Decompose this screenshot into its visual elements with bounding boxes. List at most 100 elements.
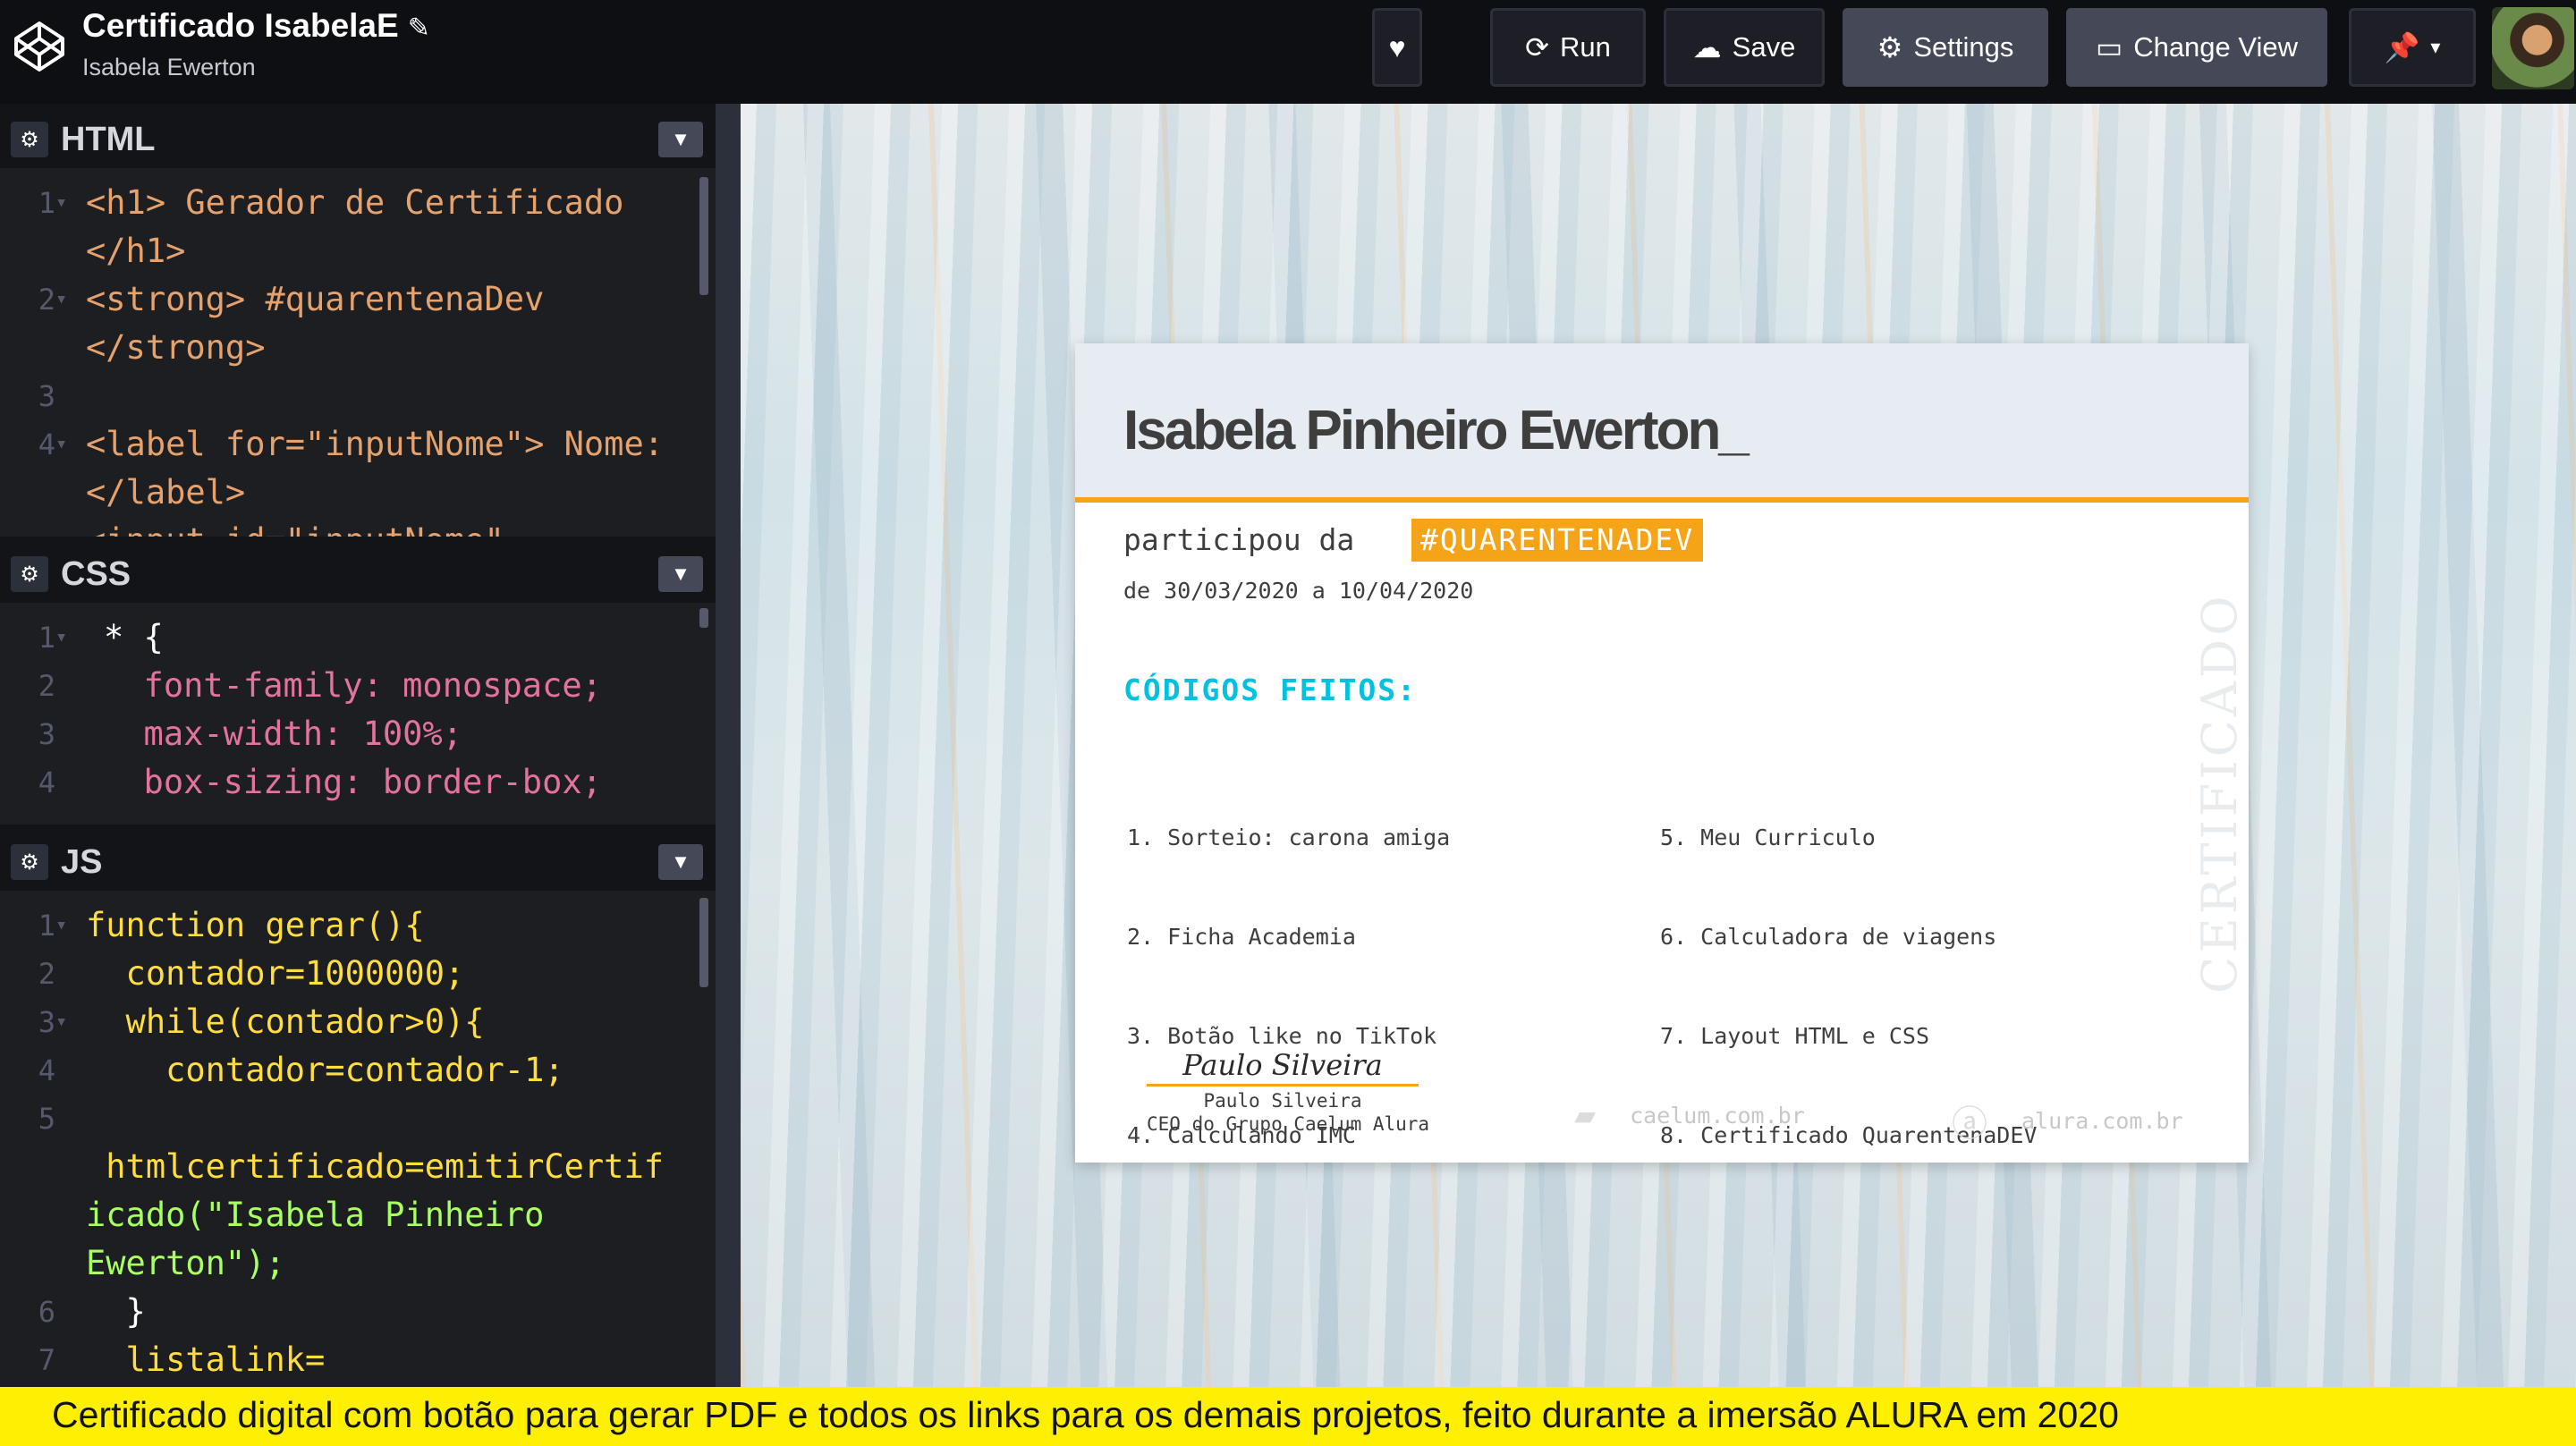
cloud-icon: ☁: [1692, 31, 1722, 63]
js-settings-gear-icon[interactable]: ⚙: [11, 844, 48, 880]
caption-banner: Certificado digital com botão para gerar…: [0, 1387, 2576, 1446]
codes-list-left: 1. Sorteio: carona amiga 2. Ficha Academ…: [1127, 755, 1450, 1218]
settings-label: Settings: [1913, 31, 2014, 63]
caelum-site-link[interactable]: caelum.com.br: [1630, 1103, 1805, 1129]
caelum-logo-icon: ▰: [1574, 1095, 1597, 1136]
code-line: * {: [104, 618, 164, 656]
project-author[interactable]: Isabela Ewerton: [82, 54, 256, 81]
code-line: Ewerton");: [86, 1244, 285, 1282]
code-line: </strong>: [86, 328, 266, 367]
code-line: font-family: monospace;: [104, 666, 602, 705]
html-pane-header: ⚙ HTML ▼: [0, 111, 716, 168]
certificate-recipient-name: Isabela Pinheiro Ewerton_: [1123, 400, 1750, 461]
code-line: <strong> #quarentenaDev: [86, 280, 545, 318]
edit-pencil-icon[interactable]: ✎: [408, 13, 430, 43]
participated-text: participou da: [1123, 522, 1355, 557]
code-line: <input id="inputNome": [86, 517, 504, 537]
line-number: 2: [38, 669, 55, 703]
code-line: max-width: 100%;: [104, 715, 462, 753]
code-line: }: [86, 1292, 146, 1331]
list-item[interactable]: 7. Layout HTML e CSS: [1660, 1019, 2037, 1053]
line-number: 5: [38, 1102, 55, 1136]
css-settings-gear-icon[interactable]: ⚙: [11, 556, 48, 592]
line-number: 1: [38, 621, 55, 655]
signer-role: CEO do Grupo Caelum Alura: [1147, 1113, 1430, 1135]
refresh-icon: ⟳: [1525, 31, 1549, 63]
html-collapse-chevron-icon[interactable]: ▼: [658, 122, 703, 157]
avatar[interactable]: [2492, 7, 2574, 89]
run-button[interactable]: ⟳ Run: [1490, 8, 1646, 87]
certificate-header: Isabela Pinheiro Ewerton_: [1075, 343, 2249, 503]
list-item[interactable]: 6. Calculadora de viagens: [1660, 920, 2037, 953]
code-line: <label for="inputNome"> Nome:: [86, 425, 665, 463]
line-number: 2: [38, 957, 55, 991]
line-number: 3: [38, 1005, 55, 1039]
pin-icon: 📌: [2384, 31, 2420, 63]
run-label: Run: [1559, 31, 1611, 63]
heart-icon: ♥: [1388, 31, 1406, 63]
code-line: contador=1000000;: [86, 954, 465, 993]
pane-resize-handle[interactable]: [716, 104, 741, 1387]
date-range: de 30/03/2020 a 10/04/2020: [1123, 578, 1474, 604]
list-item[interactable]: 2. Ficha Academia: [1127, 920, 1450, 953]
code-line: while(contador>0){: [86, 1002, 485, 1041]
js-scrollbar[interactable]: [699, 898, 708, 987]
alura-brand[interactable]: ⓐ alura.com.br: [1952, 1095, 2183, 1146]
html-scrollbar[interactable]: [699, 177, 708, 295]
fold-arrow-icon[interactable]: ▾: [55, 901, 67, 950]
css-collapse-chevron-icon[interactable]: ▼: [658, 556, 703, 592]
js-collapse-chevron-icon[interactable]: ▼: [658, 844, 703, 880]
code-line: contador=contador-1;: [86, 1051, 564, 1089]
line-number: 6: [38, 1295, 55, 1329]
css-pane-title: CSS: [61, 554, 131, 593]
certificate-card: Isabela Pinheiro Ewerton_ participou da …: [1075, 343, 2249, 1163]
line-number: 2: [38, 283, 55, 317]
fold-arrow-icon[interactable]: ▾: [55, 613, 67, 662]
signer-name: Paulo Silveira: [1203, 1090, 1362, 1112]
js-pane-title: JS: [61, 842, 103, 881]
alura-logo-icon: ⓐ: [1952, 1104, 1987, 1145]
save-button[interactable]: ☁ Save: [1664, 8, 1825, 87]
code-line: listalink=: [86, 1340, 326, 1379]
fold-arrow-icon[interactable]: ▾: [55, 998, 67, 1046]
fold-arrow-icon[interactable]: ▾: [55, 420, 67, 469]
change-view-label: Change View: [2133, 31, 2299, 63]
html-code[interactable]: 1 ▾ <h1> Gerador de Certificado </h1> 2 …: [0, 179, 716, 537]
gear-icon: ⚙: [1877, 31, 1903, 63]
line-number: 3: [38, 379, 55, 413]
list-item[interactable]: 1. Sorteio: carona amiga: [1127, 821, 1450, 854]
line-number: 1: [38, 909, 55, 943]
layout-icon: ▭: [2095, 31, 2123, 63]
chevron-down-icon[interactable]: ▾: [2430, 38, 2440, 57]
code-line: box-sizing: border-box;: [104, 763, 602, 801]
line-number: 4: [38, 427, 55, 461]
codepen-logo-icon[interactable]: [11, 18, 68, 75]
css-pane-header: ⚙ CSS ▼: [0, 545, 716, 603]
signature-script: Paulo Silveira: [1147, 1048, 1419, 1087]
settings-button[interactable]: ⚙ Settings: [1843, 8, 2048, 87]
html-settings-gear-icon[interactable]: ⚙: [11, 122, 48, 157]
js-pane-header: ⚙ JS ▼: [0, 833, 716, 891]
preview-frame[interactable]: Isabela Pinheiro Ewerton_ participou da …: [741, 104, 2576, 1387]
css-scrollbar[interactable]: [699, 608, 708, 628]
css-code[interactable]: 1 ▾ * { 2 font-family: monospace; 3 max-…: [0, 613, 716, 824]
project-title[interactable]: Certificado IsabelaE ✎: [82, 7, 430, 45]
list-item[interactable]: 5. Meu Curriculo: [1660, 821, 2037, 854]
caelum-brand[interactable]: ▰ caelum.com.br: [1574, 1095, 1805, 1136]
like-button[interactable]: ♥: [1372, 8, 1422, 87]
save-label: Save: [1732, 31, 1796, 63]
fold-arrow-icon[interactable]: ▾: [55, 179, 67, 227]
code-line: <h1> Gerador de Certificado: [86, 183, 624, 222]
code-line: function gerar(){: [86, 906, 425, 944]
codes-list-right: 5. Meu Curriculo 6. Calculadora de viage…: [1660, 755, 2037, 1218]
line-number: 7: [38, 1343, 55, 1377]
fold-arrow-icon[interactable]: ▾: [55, 275, 67, 324]
change-view-button[interactable]: ▭ Change View: [2066, 8, 2327, 87]
alura-site-link[interactable]: alura.com.br: [2021, 1108, 2183, 1134]
pin-button[interactable]: 📌 ▾: [2349, 8, 2476, 87]
js-editor-pane: ⚙ JS ▼ 1 ▾ function gerar(){ 2 contador=…: [0, 833, 716, 1387]
signature-block: Paulo Silveira Paulo Silveira CEO do Gru…: [1147, 1048, 1430, 1135]
js-code[interactable]: 1 ▾ function gerar(){ 2 contador=1000000…: [0, 901, 716, 1387]
line-number: 4: [38, 765, 55, 799]
code-line: icado("Isabela Pinheiro: [86, 1196, 545, 1234]
